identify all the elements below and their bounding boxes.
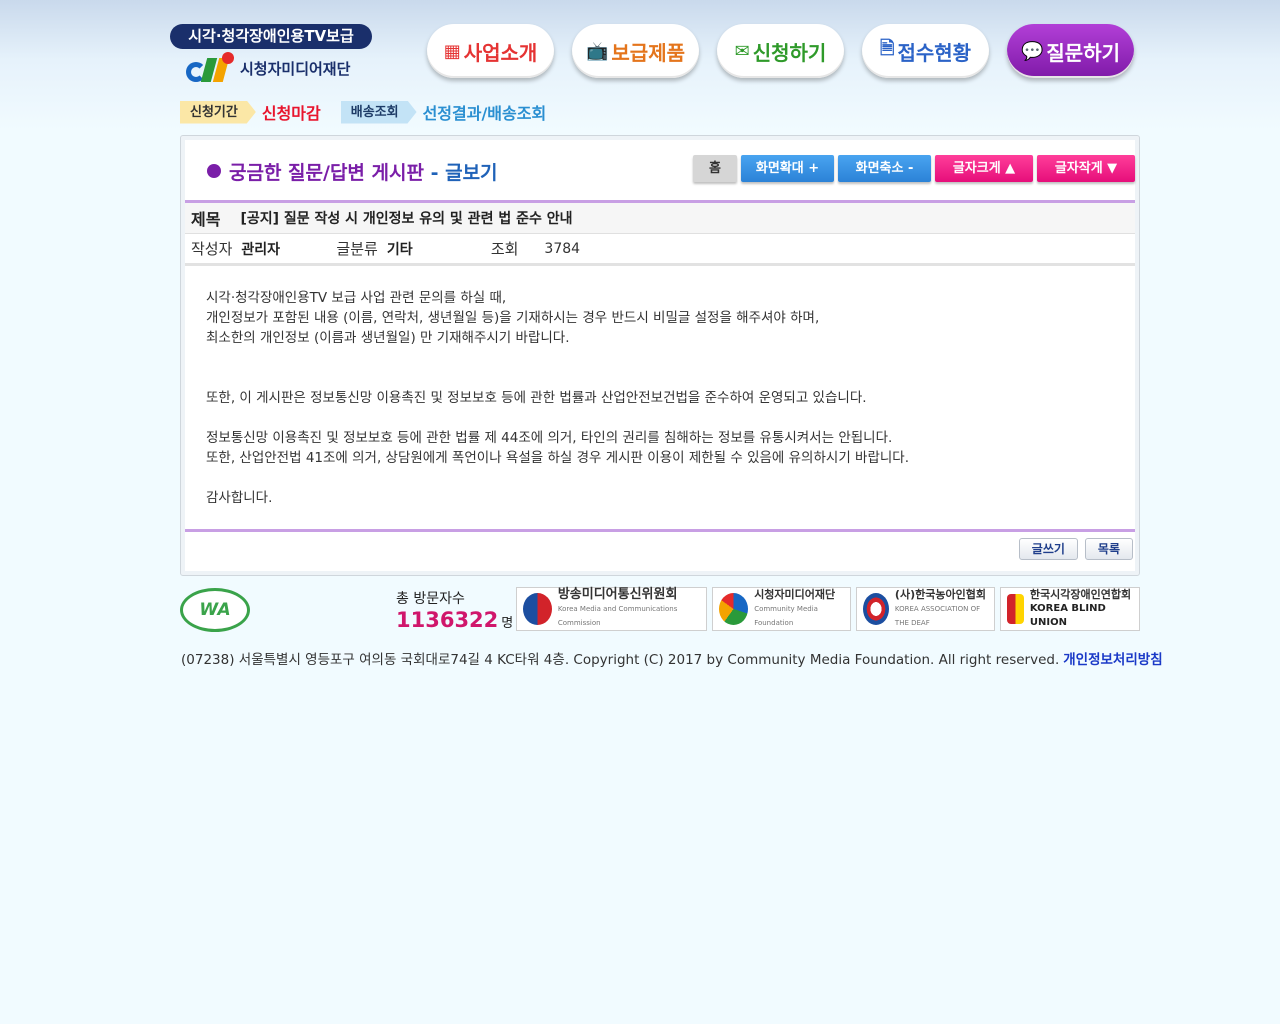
list-button[interactable]: 목록 [1084, 538, 1133, 560]
views-value: 3784 [544, 240, 581, 257]
partner-name: 방송미디어통신위원회 [557, 587, 678, 602]
subject-text: [공지] 질문 작성 시 개인정보 유의 및 관련 법 준수 안내 [240, 211, 573, 227]
board-title-prefix: 궁금한 질문/답변 게시판 [229, 162, 424, 184]
deaf-association-icon [863, 593, 889, 625]
nav-question-button[interactable]: 💬 질문하기 [1007, 24, 1134, 78]
content-line [206, 368, 1106, 388]
footer-address: (07238) 서울특별시 영등포구 여의동 국회대로74길 4 KC타워 4층… [181, 652, 1060, 668]
content-line [206, 348, 1106, 368]
tv-icon: 📺 [585, 40, 609, 62]
footer-info: (07238) 서울특별시 영등포구 여의동 국회대로74길 4 KC타워 4층… [181, 648, 1163, 668]
site-logo[interactable]: 시각·청각장애인용TV보급 시청자미디어재단 [170, 24, 372, 86]
subject-row: 제목 [공지] 질문 작성 시 개인정보 유의 및 관련 법 준수 안내 [185, 203, 1135, 234]
content-line: 시각·청각장애인용TV 보급 사업 관련 문의를 하실 때, [206, 290, 507, 306]
document-icon: 🗎 [879, 38, 895, 59]
category-value: 기타 [386, 241, 413, 258]
partner-name: 한국시각장애인연합회 [1029, 588, 1132, 601]
visitor-counter: 총 방문자수 1136322 명 [396, 588, 513, 632]
nav-label: 신청하기 [752, 40, 827, 65]
page-title: 궁금한 질문/답변 게시판 - 글보기 [207, 158, 498, 185]
period-status: 신청마감 [261, 104, 321, 123]
delivery-link[interactable]: 선정결과/배송조회 [423, 100, 547, 124]
mail-icon: ✉ [734, 40, 750, 62]
board-title-suffix: - 글보기 [423, 162, 498, 184]
nav-label: 보급제품 [611, 40, 686, 65]
nav-label: 접수현황 [897, 40, 972, 65]
views-label: 조회 [490, 240, 519, 258]
logo-name: 시청자미디어재단 [240, 59, 351, 78]
divider [185, 529, 1135, 532]
nav-label: 질문하기 [1046, 40, 1121, 65]
partner-cmf[interactable]: 시청자미디어재단 Community Media Foundation [712, 587, 851, 631]
partner-sub: KOREA ASSOCIATION OF THE DEAF [894, 605, 981, 627]
partner-kcc[interactable]: 방송미디어통신위원회 Korea Media and Communications… [516, 587, 707, 631]
foundation-logo-icon [186, 52, 236, 84]
blind-union-icon [1007, 594, 1024, 624]
content-line: 개인정보가 포함된 내용 (이름, 연락처, 생년월일 등)을 기재하시는 경우… [206, 310, 820, 326]
wa-badge-icon: WA [180, 588, 250, 632]
content-line [206, 408, 1106, 428]
nav-status-button[interactable]: 🗎 접수현황 [862, 24, 989, 78]
visitors-label: 총 방문자수 [396, 591, 465, 607]
privacy-policy-link[interactable]: 개인정보처리방침 [1063, 652, 1162, 668]
partner-name: 시청자미디어재단 [754, 588, 836, 601]
content-line: 최소한의 개인정보 (이름과 생년월일) 만 기재해주시기 바랍니다. [206, 330, 570, 346]
nav-label: 사업소개 [463, 40, 538, 65]
author-label: 작성자 [191, 240, 233, 258]
web-accessibility-mark: WA [180, 588, 254, 636]
board-panel: 궁금한 질문/답변 게시판 - 글보기 홈 화면확대 + 화면축소 - 글자크게… [180, 135, 1140, 576]
content-line: 정보통신망 이용촉진 및 정보보호 등에 관한 법률 제 44조에 의거, 타인… [206, 430, 893, 446]
post-actions: 글쓰기 목록 [1012, 538, 1133, 560]
zoom-in-button[interactable]: 화면확대 + [741, 155, 834, 182]
home-button[interactable]: 홈 [693, 155, 737, 182]
accessibility-toolbar: 홈 화면확대 + 화면축소 - 글자크게 ▲ 글자작게 ▼ [689, 155, 1135, 182]
content-line: 감사합니다. [206, 490, 273, 506]
foundation-logo-icon [719, 593, 749, 625]
zoom-out-button[interactable]: 화면축소 - [838, 155, 931, 182]
chat-bubble-icon: 💬 [1020, 40, 1044, 62]
content-line: 또한, 산업안전법 41조에 의거, 상담원에게 폭언이나 욕설을 하실 경우 … [206, 450, 910, 466]
content-line: 또한, 이 게시판은 정보통신망 이용촉진 및 정보보호 등에 관한 법률과 산… [206, 390, 867, 406]
partner-sub: Community Media Foundation [754, 605, 818, 627]
nav-products-button[interactable]: 📺 보급제품 [572, 24, 699, 78]
content-line [206, 468, 1106, 488]
subject-label: 제목 [191, 210, 221, 229]
bullet-icon [207, 164, 221, 178]
partner-sub: Korea Media and Communications Commissio… [557, 605, 678, 627]
font-smaller-button[interactable]: 글자작게 ▼ [1037, 155, 1135, 182]
status-row: 신청기간 신청마감 배송조회 선정결과/배송조회 [180, 100, 566, 124]
partner-blind-union[interactable]: 한국시각장애인연합회 KOREA BLIND UNION [1000, 587, 1140, 631]
building-icon: ▦ [443, 40, 461, 62]
logo-tagline: 시각·청각장애인용TV보급 [170, 24, 372, 49]
visitors-count: 1136322 [396, 608, 499, 632]
partner-logos: 방송미디어통신위원회 Korea Media and Communications… [516, 587, 1140, 631]
nav-about-button[interactable]: ▦ 사업소개 [427, 24, 554, 78]
partner-sub: KOREA BLIND UNION [1029, 603, 1106, 628]
delivery-tag: 배송조회 [340, 100, 417, 124]
author-value: 관리자 [241, 241, 281, 258]
write-button[interactable]: 글쓰기 [1018, 538, 1078, 560]
partner-name: (사)한국농아인협회 [894, 588, 986, 601]
nav-apply-button[interactable]: ✉ 신청하기 [717, 24, 844, 78]
category-label: 글분류 [336, 240, 378, 258]
partner-deaf[interactable]: (사)한국농아인협회 KOREA ASSOCIATION OF THE DEAF [856, 587, 995, 631]
meta-row: 작성자 관리자 글분류 기타 조회 3784 [185, 234, 1135, 266]
taegeuk-icon [523, 593, 552, 625]
font-bigger-button[interactable]: 글자크게 ▲ [935, 155, 1033, 182]
post-content: 시각·청각장애인용TV 보급 사업 관련 문의를 하실 때, 개인정보가 포함된… [206, 288, 1106, 508]
main-nav: ▦ 사업소개 📺 보급제품 ✉ 신청하기 🗎 접수현황 💬 질문하기 [427, 24, 1152, 78]
period-tag: 신청기간 [180, 100, 256, 124]
visitors-unit: 명 [501, 616, 514, 631]
